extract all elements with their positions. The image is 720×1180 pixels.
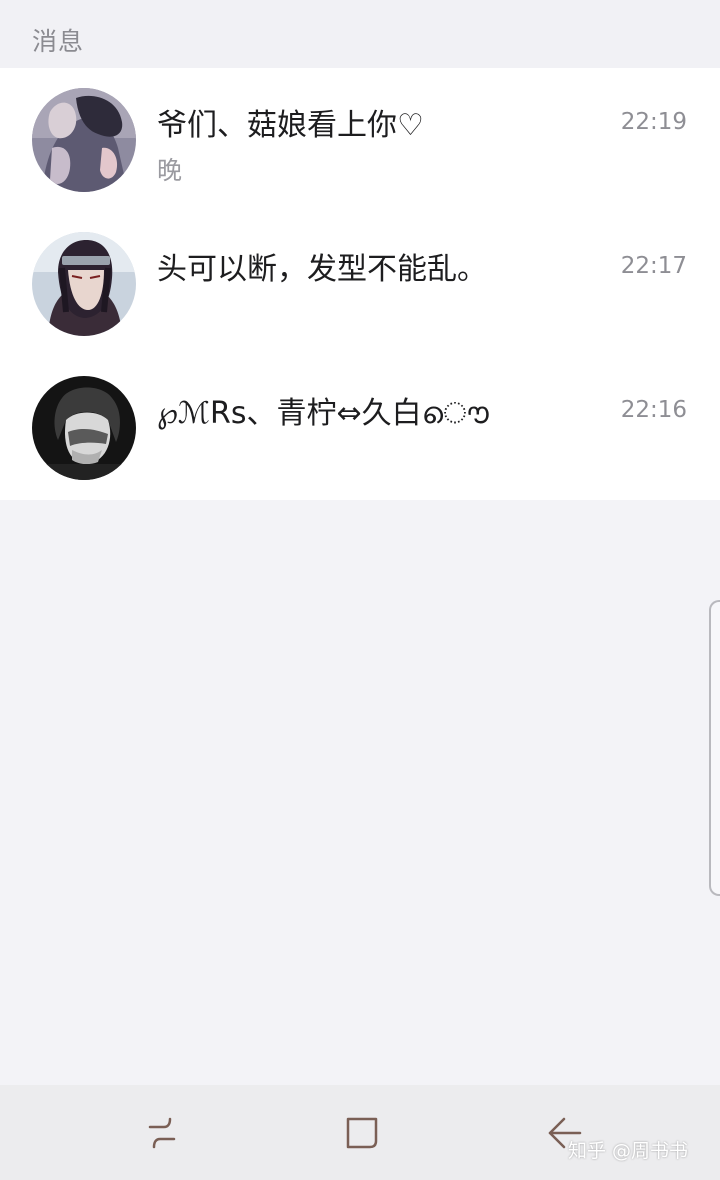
watermark: 知乎 @周书书 [568, 1140, 689, 1162]
messages-screen: 消息 爷们、菇娘看上你♡ 晚 22:19 头可以断，发型不能乱。 22:17 ℘… [0, 0, 720, 1180]
conversation-name: 爷们、菇娘看上你♡ [157, 108, 424, 143]
avatar[interactable] [32, 88, 136, 192]
conversation-time: 22:19 [620, 109, 687, 135]
conversation-preview: 晚 [157, 156, 183, 185]
conversation-item[interactable]: 爷们、菇娘看上你♡ 晚 22:19 [0, 68, 720, 212]
conversation-time: 22:17 [620, 253, 687, 279]
conversation-name: 头可以断，发型不能乱。 [157, 252, 487, 287]
avatar-anime-ninja-icon [32, 232, 136, 336]
avatar-anime-couple-icon [32, 88, 136, 192]
recent-apps-button[interactable] [132, 1105, 192, 1161]
conversation-list: 爷们、菇娘看上你♡ 晚 22:19 头可以断，发型不能乱。 22:17 ℘ℳRs… [0, 68, 720, 500]
avatar-monochrome-photo-icon [32, 376, 136, 480]
recent-apps-icon [148, 1117, 176, 1149]
conversation-time: 22:16 [620, 397, 687, 423]
edge-panel-handle[interactable] [709, 600, 720, 896]
system-nav-bar [0, 1085, 720, 1180]
conversation-item[interactable]: 头可以断，发型不能乱。 22:17 [0, 212, 720, 356]
home-button[interactable] [332, 1105, 392, 1161]
avatar[interactable] [32, 232, 136, 336]
page-title: 消息 [32, 27, 85, 56]
home-icon [346, 1117, 378, 1149]
avatar[interactable] [32, 376, 136, 480]
conversation-item[interactable]: ℘ℳRs、青柠⇔久白ൌ 22:16 [0, 356, 720, 500]
section-header: 消息 [0, 0, 720, 68]
conversation-name: ℘ℳRs、青柠⇔久白ൌ [157, 396, 489, 431]
